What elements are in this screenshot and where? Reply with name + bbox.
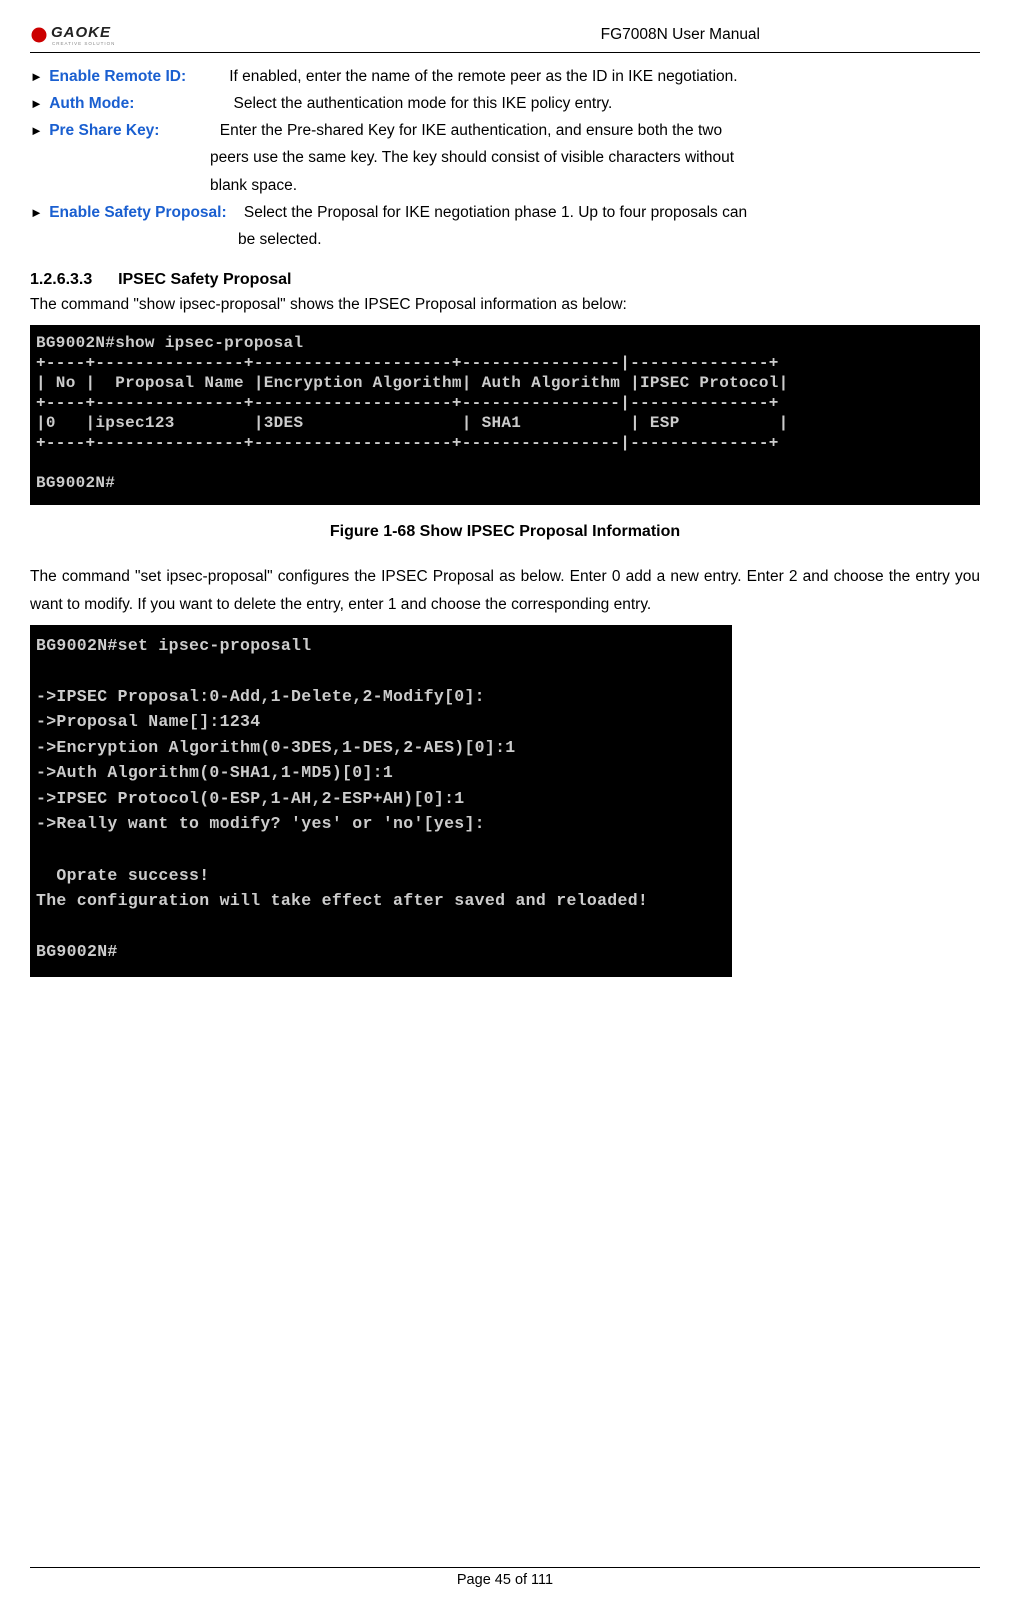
manual-title: FG7008N User Manual [601, 26, 760, 44]
def-text: Enter the Pre-shared Key for IKE authent… [220, 122, 722, 139]
def-enable-safety-proposal: ► Enable Safety Proposal: Select the Pro… [30, 199, 980, 226]
triangle-icon: ► [30, 96, 43, 111]
gaoke-logo-icon: GAOKE CREATIVE SOLUTION [30, 20, 170, 50]
def-text: Select the Proposal for IKE negotiation … [244, 204, 747, 221]
triangle-icon: ► [30, 69, 43, 84]
logo-block: GAOKE CREATIVE SOLUTION [30, 20, 170, 50]
triangle-icon: ► [30, 123, 43, 138]
def-label: Auth Mode: [49, 95, 134, 112]
svg-text:GAOKE: GAOKE [51, 24, 111, 41]
section-title: IPSEC Safety Proposal [118, 271, 291, 288]
def-label: Pre Share Key: [49, 122, 159, 139]
terminal-output-set: BG9002N#set ipsec-proposall ->IPSEC Prop… [30, 625, 732, 977]
paragraph-set-command: The command "set ipsec-proposal" configu… [30, 563, 980, 619]
page-container: GAOKE CREATIVE SOLUTION FG7008N User Man… [0, 0, 1010, 1606]
page-footer: Page 45 of 111 [30, 1567, 980, 1588]
definitions-block: ► Enable Remote ID: If enabled, enter th… [30, 63, 980, 253]
def-continuation: peers use the same key. The key should c… [210, 144, 980, 171]
def-continuation: be selected. [238, 226, 980, 253]
terminal-output-show: BG9002N#show ipsec-proposal +----+------… [30, 325, 980, 505]
triangle-icon: ► [30, 205, 43, 220]
def-enable-remote-id: ► Enable Remote ID: If enabled, enter th… [30, 63, 980, 90]
def-text: If enabled, enter the name of the remote… [229, 68, 737, 85]
section-number: 1.2.6.3.3 [30, 271, 92, 288]
def-label: Enable Remote ID: [49, 68, 186, 85]
def-text: Select the authentication mode for this … [233, 95, 612, 112]
def-label: Enable Safety Proposal: [49, 204, 226, 221]
def-auth-mode: ► Auth Mode: Select the authentication m… [30, 90, 980, 117]
def-continuation: blank space. [210, 172, 980, 199]
def-pre-share-key: ► Pre Share Key: Enter the Pre-shared Ke… [30, 117, 980, 144]
figure-caption: Figure 1-68 Show IPSEC Proposal Informat… [30, 523, 980, 541]
paragraph-show-command: The command "show ipsec-proposal" shows … [30, 291, 980, 319]
svg-text:CREATIVE SOLUTION: CREATIVE SOLUTION [52, 41, 115, 46]
page-header: GAOKE CREATIVE SOLUTION FG7008N User Man… [30, 20, 980, 53]
section-heading: 1.2.6.3.3 IPSEC Safety Proposal [30, 271, 980, 289]
